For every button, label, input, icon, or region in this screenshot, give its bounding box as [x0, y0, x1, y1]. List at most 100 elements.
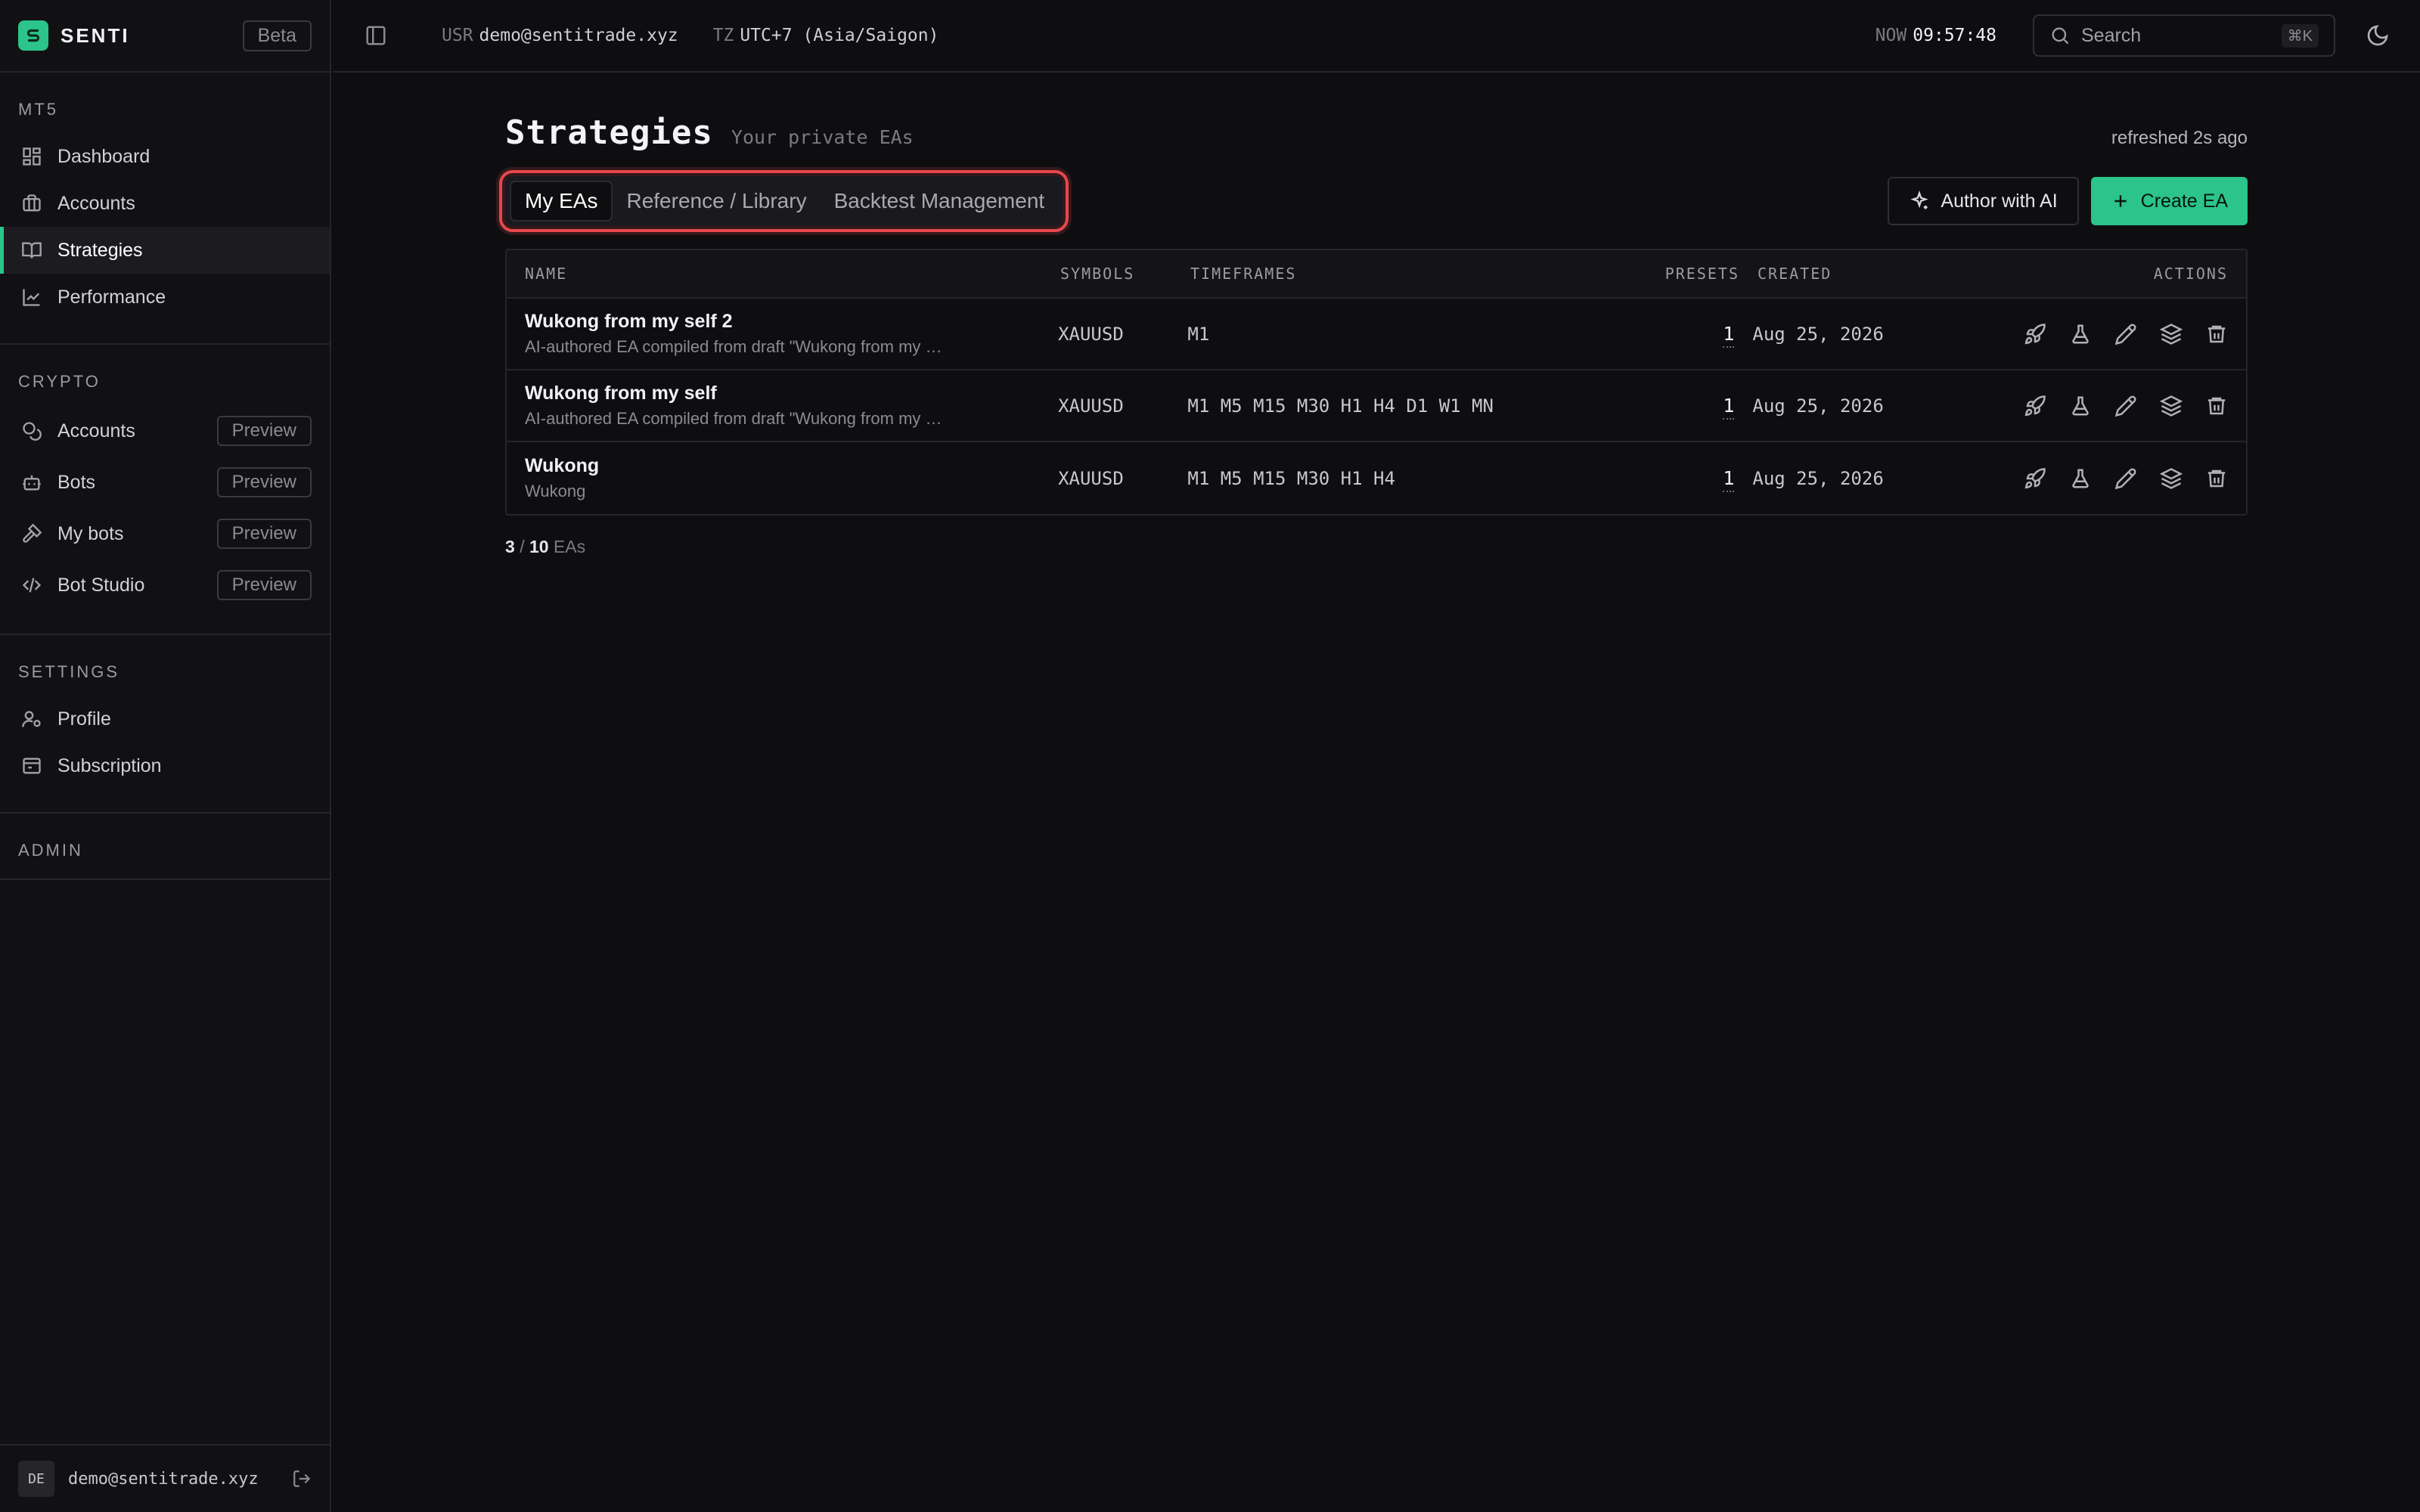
ea-presets[interactable]: 1: [1723, 395, 1735, 420]
hammer-icon: [23, 523, 42, 543]
sidebar-section-admin: ADMIN: [0, 813, 330, 880]
bot-icon: [23, 475, 41, 491]
sidebar-item-my-bots[interactable]: My bots Preview: [0, 508, 330, 559]
search-input[interactable]: [2081, 24, 2263, 47]
table-row[interactable]: Wukong Wukong XAUUSD M1 M5 M15 M30 H1 H4…: [507, 442, 2246, 514]
col-symbols[interactable]: SYMBOLS: [1060, 265, 1190, 283]
brand-name: SENTI: [60, 23, 130, 47]
sidebar-item-bots[interactable]: Bots Preview: [0, 457, 330, 508]
ea-description: Wukong: [525, 482, 586, 500]
sidebar-section-mt5: MT5 Dashboard Accounts Strategies Perfor…: [0, 73, 330, 345]
preview-badge: Preview: [216, 416, 312, 446]
create-ea-label: Create EA: [2140, 190, 2228, 212]
layers-icon[interactable]: [2160, 467, 2183, 490]
author-with-ai-label: Author with AI: [1941, 190, 2058, 212]
ea-name-cell: Wukong from my self 2 AI-authored EA com…: [507, 311, 1058, 357]
sidebar-item-label: My bots: [57, 522, 124, 544]
col-timeframes[interactable]: TIMEFRAMES: [1190, 265, 1584, 283]
ea-timeframes: M1 M5 M15 M30 H1 H4: [1187, 467, 1395, 489]
card-icon: [23, 758, 41, 774]
ea-symbols: XAUUSD: [1058, 467, 1124, 489]
tab-backtest-management[interactable]: Backtest Management: [821, 181, 1059, 222]
sidebar-item-crypto-accounts[interactable]: Accounts Preview: [0, 405, 330, 457]
footer-email: demo@sentitrade.xyz: [68, 1469, 259, 1489]
preview-badge: Preview: [216, 570, 312, 600]
ea-created: Aug 25, 2026: [1752, 323, 1884, 345]
sidebar-item-dashboard[interactable]: Dashboard: [0, 133, 330, 180]
ea-description: AI-authored EA compiled from draft "Wuko…: [525, 337, 942, 356]
sidebar-item-accounts[interactable]: Accounts: [0, 180, 330, 227]
ea-name-cell: Wukong Wukong: [507, 455, 1058, 501]
count-separator: /: [520, 537, 525, 556]
preview-badge: Preview: [216, 467, 312, 497]
row-actions: [2001, 323, 2246, 345]
table-header: NAME SYMBOLS TIMEFRAMES PRESETS CREATED …: [507, 250, 2246, 299]
page-subtitle: Your private EAs: [731, 126, 914, 148]
pencil-icon[interactable]: [2114, 323, 2137, 345]
tz-key: TZ: [712, 26, 734, 45]
col-presets[interactable]: PRESETS: [1584, 265, 1758, 283]
senti-logo-icon[interactable]: [18, 20, 48, 51]
flask-icon[interactable]: [2069, 395, 2092, 417]
sidebar-item-subscription[interactable]: Subscription: [0, 742, 330, 789]
plus-icon: [2114, 195, 2127, 207]
sidebar-section-crypto: CRYPTO Accounts Preview Bots Preview My …: [0, 345, 330, 635]
create-ea-button[interactable]: Create EA: [2090, 177, 2248, 225]
ea-presets-cell: 1: [1579, 395, 1752, 420]
author-with-ai-button[interactable]: Author with AI: [1888, 177, 2079, 225]
ea-presets[interactable]: 1: [1723, 323, 1735, 348]
sidebar-toggle-icon[interactable]: [365, 24, 387, 47]
pencil-icon[interactable]: [2114, 467, 2137, 490]
topbar: USR demo@sentitrade.xyz TZ UTC+7 (Asia/Sai…: [333, 0, 2420, 73]
layers-icon[interactable]: [2160, 323, 2183, 345]
user-value: demo@sentitrade.xyz: [479, 26, 678, 45]
ea-presets[interactable]: 1: [1723, 467, 1735, 492]
table-row[interactable]: Wukong from my self AI-authored EA compi…: [507, 370, 2246, 442]
rocket-icon[interactable]: [2024, 467, 2046, 490]
rocket-icon[interactable]: [2024, 395, 2046, 417]
col-name[interactable]: NAME: [507, 265, 1060, 283]
ea-name[interactable]: Wukong from my self: [525, 383, 1058, 404]
dashboard-icon: [23, 147, 41, 166]
ea-symbols: XAUUSD: [1058, 395, 1124, 417]
trash-icon[interactable]: [2205, 323, 2228, 345]
sidebar-item-profile[interactable]: Profile: [0, 696, 330, 742]
logout-icon[interactable]: [292, 1469, 312, 1489]
search-box[interactable]: ⌘K: [2033, 14, 2335, 57]
user-meta: USR demo@sentitrade.xyz: [442, 26, 678, 45]
col-created[interactable]: CREATED: [1758, 265, 2007, 283]
tab-reference-library[interactable]: Reference / Library: [613, 181, 820, 222]
sidebar-item-strategies[interactable]: Strategies: [0, 227, 330, 274]
sidebar-item-label: Performance: [57, 286, 166, 308]
page-actions: Author with AI Create EA: [1888, 177, 2248, 225]
sidebar-item-label: Subscription: [57, 754, 162, 776]
sidebar-item-performance[interactable]: Performance: [0, 274, 330, 321]
avatar[interactable]: DE: [18, 1461, 54, 1497]
chart-line-icon: [23, 289, 40, 306]
sidebar-item-bot-studio[interactable]: Bot Studio Preview: [0, 559, 330, 611]
pencil-icon[interactable]: [2114, 395, 2137, 417]
trash-icon[interactable]: [2205, 467, 2228, 490]
ea-name[interactable]: Wukong from my self 2: [525, 311, 1058, 333]
brand: SENTI Beta: [0, 0, 330, 73]
ea-symbols: XAUUSD: [1058, 323, 1124, 345]
book-icon: [22, 242, 42, 259]
table-row[interactable]: Wukong from my self 2 AI-authored EA com…: [507, 299, 2246, 370]
layers-icon[interactable]: [2160, 395, 2183, 417]
timezone-meta: TZ UTC+7 (Asia/Saigon): [713, 26, 939, 45]
moon-icon[interactable]: [2366, 23, 2390, 48]
rocket-icon[interactable]: [2024, 323, 2046, 345]
code-icon: [22, 578, 42, 593]
flask-icon[interactable]: [2069, 467, 2092, 490]
trash-icon[interactable]: [2205, 395, 2228, 417]
tab-my-eas[interactable]: My EAs: [510, 181, 613, 222]
sidebar-item-label: Profile: [57, 708, 111, 730]
col-actions: ACTIONS: [2153, 265, 2228, 283]
sidebar-item-label: Bot Studio: [57, 574, 145, 596]
search-shortcut: ⌘K: [2281, 23, 2319, 48]
ea-name[interactable]: Wukong: [525, 455, 1058, 477]
sidebar-item-label: Accounts: [57, 192, 135, 214]
refreshed-status: refreshed 2s ago: [2111, 128, 2248, 148]
count-total: 10: [529, 537, 549, 556]
flask-icon[interactable]: [2069, 323, 2092, 345]
